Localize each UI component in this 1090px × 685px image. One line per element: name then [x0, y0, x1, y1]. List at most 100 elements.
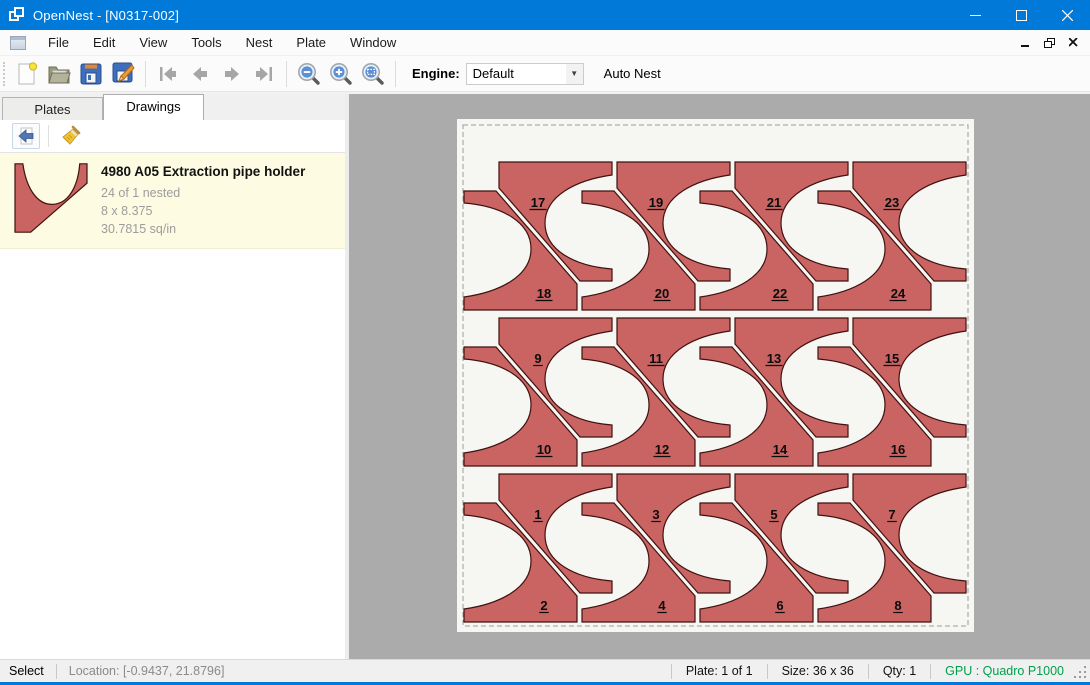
new-file-button[interactable]: [11, 59, 43, 89]
menu-item-window[interactable]: Window: [340, 31, 406, 54]
drawing-list: 4980 A05 Extraction pipe holder 24 of 1 …: [0, 153, 345, 659]
part-number-13: 13: [767, 351, 781, 366]
first-plate-button[interactable]: [152, 59, 184, 89]
menu-item-nest[interactable]: Nest: [236, 31, 283, 54]
status-gpu: GPU : Quadro P1000: [931, 664, 1074, 678]
status-qty: Qty: 1: [869, 664, 930, 678]
maximize-button[interactable]: [998, 0, 1044, 30]
tab-drawings[interactable]: Drawings: [103, 94, 204, 120]
auto-nest-button[interactable]: Auto Nest: [596, 61, 669, 86]
engine-selected-value: Default: [467, 66, 566, 81]
part-number-12: 12: [655, 442, 669, 457]
part-number-11: 11: [649, 351, 663, 366]
open-folder-icon: [47, 62, 71, 86]
tab-strip: Plates Drawings: [0, 94, 345, 120]
close-button[interactable]: [1044, 0, 1090, 30]
return-button[interactable]: [12, 123, 40, 149]
drawing-title: 4980 A05 Extraction pipe holder: [101, 164, 337, 179]
app-icon: [9, 7, 25, 23]
part-number-20: 20: [655, 286, 669, 301]
minimize-button[interactable]: [952, 0, 998, 30]
zoom-extents-icon: [361, 62, 385, 86]
nest-canvas[interactable]: 182022241719212310121416911131524681357: [349, 94, 1090, 659]
part-thumbnail: [13, 162, 101, 238]
drawing-dimensions: 8 x 8.375: [101, 202, 337, 220]
broom-icon: [60, 125, 82, 147]
part-number-22: 22: [773, 286, 787, 301]
save-as-button[interactable]: [107, 59, 139, 89]
save-edit-icon: [112, 62, 135, 85]
previous-plate-button[interactable]: [184, 59, 216, 89]
menu-item-file[interactable]: File: [38, 31, 79, 54]
part-number-21: 21: [767, 195, 781, 210]
clear-button[interactable]: [57, 123, 85, 149]
zoom-out-icon: [297, 62, 321, 86]
drawing-nested-count: 24 of 1 nested: [101, 184, 337, 202]
part-number-18: 18: [537, 286, 551, 301]
engine-select[interactable]: Default ▼: [466, 63, 584, 85]
back-arrow-icon: [16, 126, 36, 146]
resize-grip[interactable]: [1074, 664, 1088, 682]
save-icon: [80, 63, 102, 85]
menu-item-edit[interactable]: Edit: [83, 31, 125, 54]
save-button[interactable]: [75, 59, 107, 89]
part-number-16: 16: [891, 442, 905, 457]
mdi-close-icon[interactable]: [1069, 38, 1078, 47]
plate-svg: 182022241719212310121416911131524681357: [457, 119, 974, 632]
part-number-14: 14: [773, 442, 788, 457]
menu-item-view[interactable]: View: [129, 31, 177, 54]
part-number-9: 9: [534, 351, 541, 366]
zoom-out-button[interactable]: [293, 59, 325, 89]
part-number-15: 15: [885, 351, 899, 366]
open-file-button[interactable]: [43, 59, 75, 89]
part-number-2: 2: [540, 598, 547, 613]
part-number-3: 3: [652, 507, 659, 522]
part-number-19: 19: [649, 195, 663, 210]
new-file-icon: [16, 62, 38, 86]
tab-plates[interactable]: Plates: [2, 97, 103, 120]
main-toolbar: Engine: Default ▼ Auto Nest: [0, 56, 1090, 92]
toolbar-grip[interactable]: [3, 62, 11, 86]
drawings-toolbar: [0, 120, 345, 153]
drawing-area: 30.7815 sq/in: [101, 220, 337, 238]
left-panel: Plates Drawings: [0, 94, 349, 659]
part-number-24: 24: [891, 286, 906, 301]
drawing-list-item[interactable]: 4980 A05 Extraction pipe holder 24 of 1 …: [0, 153, 345, 249]
chevron-down-icon[interactable]: ▼: [566, 64, 583, 84]
nav-previous-icon: [190, 66, 210, 82]
part-number-23: 23: [885, 195, 899, 210]
part-number-4: 4: [658, 598, 666, 613]
title-bar: OpenNest - [N0317-002]: [0, 0, 1090, 30]
zoom-in-button[interactable]: [325, 59, 357, 89]
status-plate-count: Plate: 1 of 1: [672, 664, 767, 678]
app-window: OpenNest - [N0317-002] FileEditViewTools…: [0, 0, 1090, 685]
engine-label: Engine:: [412, 66, 460, 81]
part-number-5: 5: [770, 507, 777, 522]
part-number-17: 17: [531, 195, 545, 210]
part-number-10: 10: [537, 442, 551, 457]
status-location: Location: [-0.9437, 21.8796]: [57, 664, 237, 678]
status-mode: Select: [0, 664, 56, 678]
part-number-8: 8: [894, 598, 901, 613]
menu-items: FileEditViewToolsNestPlateWindow: [36, 31, 408, 54]
last-plate-button[interactable]: [248, 59, 280, 89]
window-title: OpenNest - [N0317-002]: [33, 8, 179, 23]
menu-item-plate[interactable]: Plate: [286, 31, 336, 54]
status-plate-size: Size: 36 x 36: [768, 664, 868, 678]
menu-item-tools[interactable]: Tools: [181, 31, 231, 54]
zoom-in-icon: [329, 62, 353, 86]
part-number-7: 7: [888, 507, 895, 522]
nav-first-icon: [158, 66, 178, 82]
nav-last-icon: [254, 66, 274, 82]
part-number-6: 6: [776, 598, 783, 613]
next-plate-button[interactable]: [216, 59, 248, 89]
plate[interactable]: 182022241719212310121416911131524681357: [457, 119, 974, 632]
mdi-restore-icon[interactable]: [1044, 38, 1055, 48]
mdi-minimize-icon[interactable]: [1021, 38, 1030, 47]
nav-next-icon: [222, 66, 242, 82]
menu-bar: FileEditViewToolsNestPlateWindow: [0, 30, 1090, 56]
part-number-1: 1: [534, 507, 541, 522]
status-bar: Select Location: [-0.9437, 21.8796] Plat…: [0, 659, 1090, 682]
mdi-document-icon[interactable]: [10, 36, 26, 50]
zoom-extents-button[interactable]: [357, 59, 389, 89]
